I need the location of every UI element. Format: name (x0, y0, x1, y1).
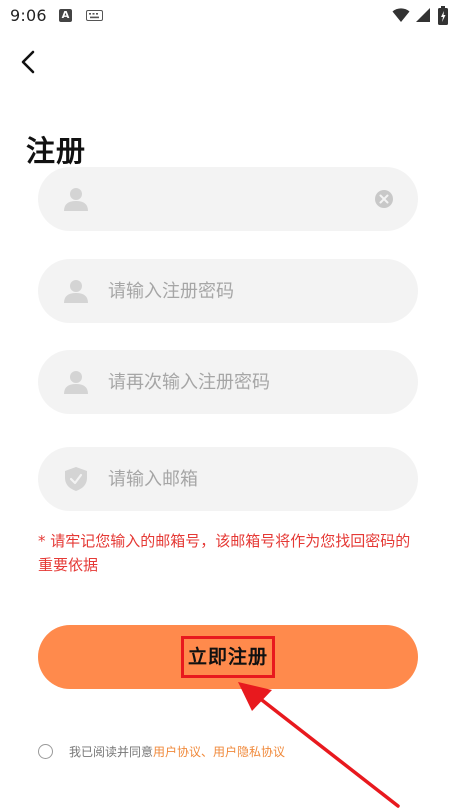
keyboard-icon (86, 10, 103, 21)
shield-check-icon (63, 465, 89, 493)
password-field[interactable] (38, 259, 418, 323)
privacy-agreement-link[interactable]: 用户隐私协议 (213, 743, 285, 760)
user-icon (63, 368, 89, 396)
agreement-separator: 、 (201, 744, 214, 759)
battery-icon (438, 6, 448, 25)
back-button[interactable] (10, 44, 46, 80)
user-icon (63, 277, 89, 305)
confirm-password-input[interactable] (108, 350, 378, 414)
register-button[interactable]: 立即注册 (38, 625, 418, 689)
user-agreement-link[interactable]: 用户协议 (153, 743, 201, 760)
password-input[interactable] (108, 259, 378, 323)
email-hint-text: * 请牢记您输入的邮箱号，该邮箱号将作为您找回密码的重要依据 (38, 532, 411, 574)
wifi-icon (392, 8, 410, 22)
email-input[interactable] (108, 447, 378, 511)
user-icon (63, 185, 89, 213)
status-bar: 9:06 A (0, 0, 456, 32)
agreement-checkbox[interactable] (38, 743, 53, 759)
email-field[interactable] (38, 447, 418, 511)
username-field[interactable] (38, 167, 418, 231)
a-icon: A (59, 9, 72, 22)
agreement-row: 我已阅读并同意 用户协议 、 用户隐私协议 (38, 740, 285, 762)
agreement-prefix: 我已阅读并同意 (69, 744, 154, 759)
page-title: 注册 (26, 134, 87, 168)
clear-icon[interactable] (374, 189, 394, 209)
status-time: 9:06 (10, 6, 47, 25)
confirm-password-field[interactable] (38, 350, 418, 414)
signal-icon (416, 8, 430, 22)
register-button-label: 立即注册 (180, 636, 275, 678)
register-screen: 9:06 A 注册 请输入邮箱 * 请牢记您输入的邮箱号，该邮箱号将作为您找回密… (0, 0, 456, 812)
chevron-left-icon (21, 50, 35, 74)
username-input[interactable] (108, 167, 378, 231)
